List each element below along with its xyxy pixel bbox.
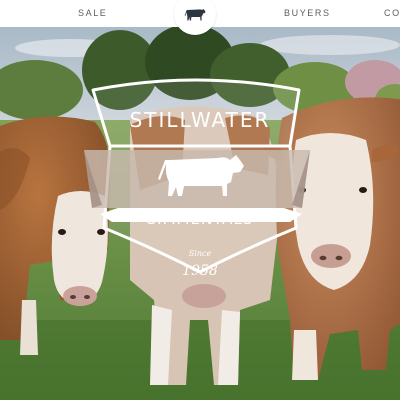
cow-icon bbox=[184, 9, 206, 21]
since-label: Since bbox=[188, 249, 212, 258]
nav-link-contact[interactable]: CON bbox=[384, 8, 400, 18]
brand-name: STILLWATER bbox=[129, 108, 271, 132]
nav-link-sale[interactable]: SALE bbox=[78, 8, 107, 18]
hero-photo: STILLWATER SIMMENTALS Since 1958 bbox=[0, 27, 400, 400]
since-year: 1958 bbox=[182, 263, 218, 279]
nav-link-buyers[interactable]: BUYERS bbox=[284, 8, 331, 18]
brand-subtitle: SIMMENTALS bbox=[146, 210, 254, 228]
